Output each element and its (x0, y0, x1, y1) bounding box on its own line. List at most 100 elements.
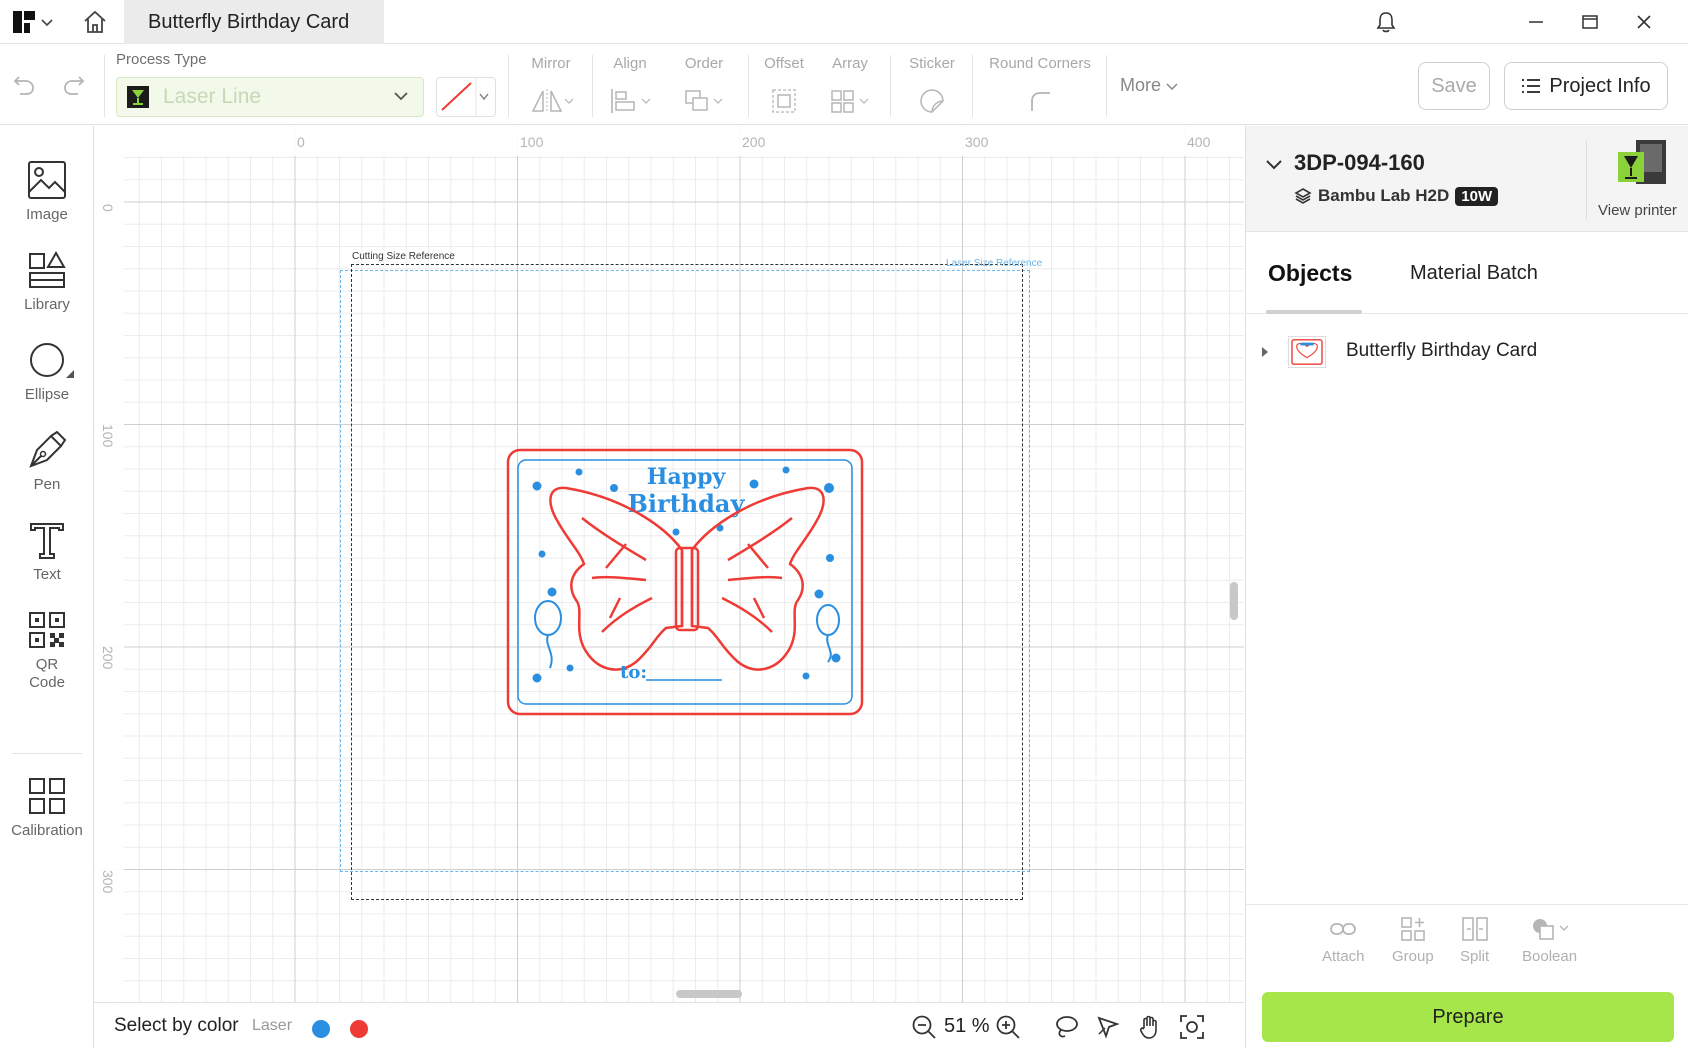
printer-model-name: Bambu Lab H2D (1318, 186, 1450, 205)
ruler-tick-label: 200 (100, 646, 116, 670)
project-info-label: Project Info (1549, 74, 1651, 97)
design-canvas[interactable]: 0 100 200 300 400 0 100 200 300 Cutting … (94, 126, 1244, 1002)
notifications-button[interactable] (1368, 6, 1404, 38)
ruler-tick-label: 300 (100, 870, 116, 894)
zoom-out-button[interactable] (910, 1013, 938, 1041)
tool-library[interactable]: Library (0, 250, 94, 314)
printer-header: 3DP-094-160 Bambu Lab H2D 10W View print… (1246, 126, 1688, 232)
offset-label: Offset (764, 55, 804, 72)
project-info-button[interactable]: Project Info (1504, 62, 1668, 110)
home-button[interactable] (80, 8, 110, 36)
array-button[interactable]: Array (820, 51, 880, 123)
tab-material-batch[interactable]: Material Batch (1410, 262, 1538, 285)
tool-sidebar: Image Library Ellipse Pen Text QR Code C… (0, 126, 94, 1048)
attach-button[interactable]: Attach (1322, 916, 1365, 965)
line-color-swatch-icon (441, 78, 489, 116)
process-type-select[interactable]: Laser Line (116, 77, 424, 117)
right-panel: 3DP-094-160 Bambu Lab H2D 10W View print… (1245, 126, 1688, 1048)
close-window-button[interactable] (1626, 6, 1662, 38)
order-button[interactable]: Order (672, 51, 736, 123)
butterfly-birthday-card[interactable]: Happy Birthday to: (506, 448, 864, 716)
prepare-button[interactable]: Prepare (1262, 992, 1674, 1042)
pan-tool-button[interactable] (1136, 1013, 1164, 1041)
tool-label: Pen (33, 476, 61, 493)
tool-label: Calibration (11, 822, 83, 839)
sticker-button[interactable]: Sticker (898, 51, 966, 123)
attach-label: Attach (1322, 948, 1365, 965)
panel-tabs: Objects Material Batch (1246, 232, 1688, 314)
ruler-tick-label: 200 (742, 134, 766, 150)
view-printer-link[interactable]: View printer (1598, 202, 1677, 219)
vertical-scrollbar[interactable] (1230, 582, 1238, 620)
ruler-tick-label: 400 (1187, 134, 1211, 150)
app-menu-button[interactable] (12, 8, 62, 36)
process-type-value: Laser Line (163, 85, 262, 108)
card-birthday-text: Birthday (628, 489, 746, 518)
maximize-icon (1582, 15, 1598, 29)
offset-icon (772, 89, 796, 113)
split-button[interactable]: Split (1460, 916, 1489, 965)
sticker-label: Sticker (909, 55, 955, 72)
toolbar: Process Type Laser Line Mirror Align Ord… (0, 45, 1688, 125)
lasso-select-button[interactable] (1052, 1013, 1080, 1041)
ruler-tick-label: 0 (297, 134, 305, 150)
boolean-button[interactable]: Boolean (1522, 916, 1577, 965)
tool-qr-code[interactable]: QR Code (0, 610, 94, 692)
redo-button[interactable] (60, 69, 88, 101)
boolean-icon (1532, 919, 1568, 940)
ruler-tick-label: 0 (100, 204, 116, 212)
save-button[interactable]: Save (1418, 62, 1490, 110)
close-icon (1637, 15, 1651, 29)
chevron-down-icon[interactable] (1264, 154, 1284, 174)
lasso-icon (1056, 1016, 1078, 1038)
select-tool-button[interactable] (1094, 1013, 1122, 1041)
cutting-size-reference-label: Cutting Size Reference (352, 251, 455, 262)
horizontal-scrollbar[interactable] (676, 990, 742, 998)
zoom-in-button[interactable] (994, 1013, 1022, 1041)
printer-thumbnail-icon[interactable] (1614, 136, 1670, 192)
line-color-select[interactable] (436, 77, 496, 117)
undo-button[interactable] (10, 69, 38, 101)
ruler-left: 0 100 200 300 (94, 126, 124, 1002)
tool-calibration[interactable]: Calibration (0, 776, 94, 840)
cursor-icon (1097, 1016, 1120, 1039)
chevron-down-icon (394, 92, 408, 101)
maximize-button[interactable] (1572, 6, 1608, 38)
minimize-icon (1529, 21, 1543, 23)
calibration-icon (29, 778, 65, 814)
tool-ellipse[interactable]: Ellipse (0, 340, 94, 404)
tool-label: Image (26, 206, 68, 223)
fit-view-button[interactable] (1178, 1013, 1206, 1041)
undo-icon (13, 76, 34, 95)
object-name: Butterfly Birthday Card (1346, 340, 1538, 361)
more-button[interactable]: More (1120, 75, 1179, 96)
focus-icon (1180, 1015, 1204, 1039)
object-list-item[interactable]: Butterfly Birthday Card (1246, 330, 1688, 374)
red-color-filter[interactable] (350, 1020, 368, 1038)
zoom-level: 51 % (944, 1015, 990, 1037)
tab-objects[interactable]: Objects (1268, 260, 1352, 287)
tool-text[interactable]: Text (0, 520, 94, 584)
round-corners-button[interactable]: Round Corners (980, 51, 1100, 123)
expand-arrow-icon[interactable] (1260, 346, 1270, 358)
mirror-button[interactable]: Mirror (518, 51, 584, 123)
blue-color-filter[interactable] (312, 1020, 330, 1038)
printer-name[interactable]: 3DP-094-160 (1294, 150, 1425, 176)
array-label: Array (832, 55, 868, 72)
ellipse-icon (30, 343, 64, 377)
active-tab-indicator (1266, 310, 1362, 314)
group-button[interactable]: Group (1392, 916, 1434, 965)
minimize-button[interactable] (1518, 6, 1554, 38)
ruler-tick-label: 100 (520, 134, 544, 150)
ruler-tick-label: 300 (965, 134, 989, 150)
tool-pen[interactable]: Pen (0, 430, 94, 494)
boolean-label: Boolean (1522, 948, 1578, 965)
offset-button[interactable]: Offset (756, 51, 812, 123)
align-button[interactable]: Align (598, 51, 662, 123)
tool-image[interactable]: Image (0, 160, 94, 224)
tab-project[interactable]: Butterfly Birthday Card (124, 0, 384, 44)
split-icon (1461, 917, 1488, 941)
order-icon (685, 90, 723, 111)
layers-icon (1294, 188, 1312, 204)
card-to-text: to: (620, 662, 647, 683)
